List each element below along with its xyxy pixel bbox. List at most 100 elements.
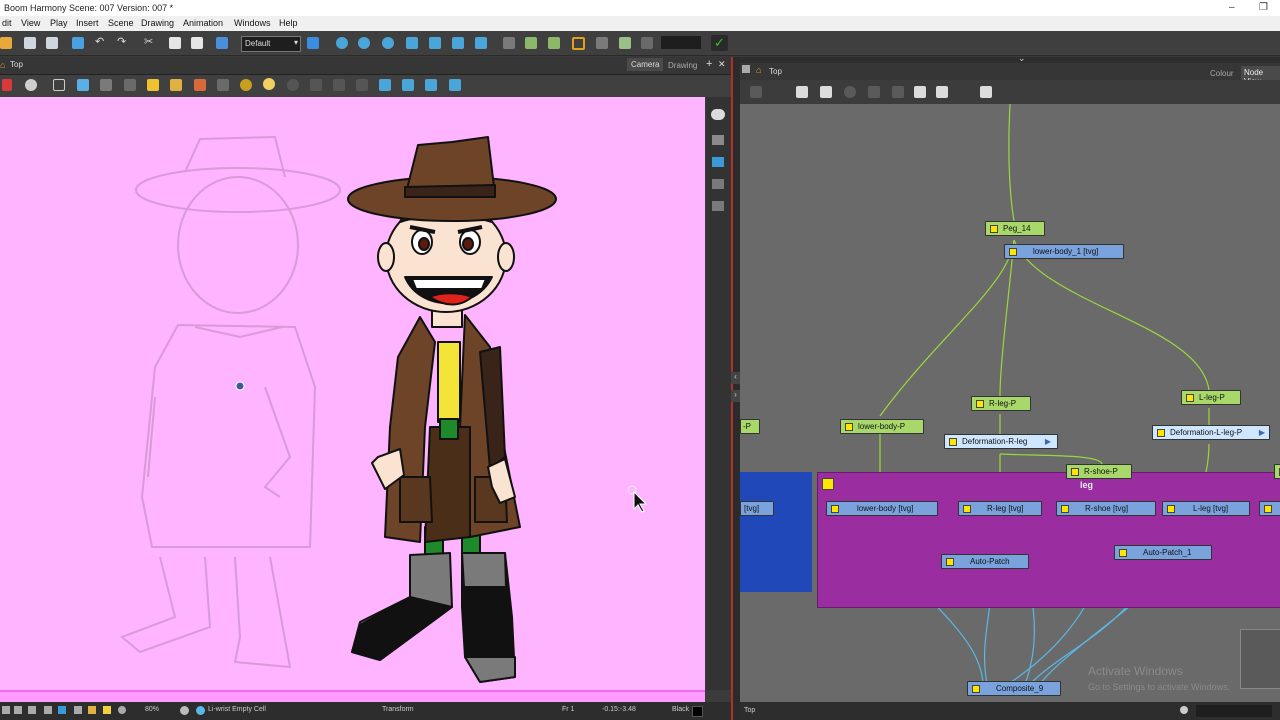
node-search-input[interactable]: [1196, 705, 1272, 717]
group-color-swatch[interactable]: [822, 478, 834, 490]
gear-icon[interactable]: [25, 79, 37, 91]
menu-animation[interactable]: Animation: [183, 18, 223, 28]
lock-icon[interactable]: [147, 79, 159, 91]
status-flash-icon[interactable]: [103, 706, 111, 714]
pencil-icon[interactable]: [2, 79, 12, 91]
node-tool-9-icon[interactable]: [980, 86, 992, 98]
node-left-p[interactable]: -P: [740, 419, 760, 434]
node-r-leg-p[interactable]: R-leg-P: [971, 396, 1031, 411]
field-guide-icon[interactable]: [100, 79, 112, 91]
node-deformation-l-leg[interactable]: Deformation-L-leg-P ▶: [1152, 425, 1270, 440]
render-icon[interactable]: [310, 79, 322, 91]
layers-icon[interactable]: [712, 135, 724, 145]
layer-icon[interactable]: [307, 37, 319, 49]
tab-colour[interactable]: Colour: [1210, 69, 1234, 78]
node-edge-peg[interactable]: [1274, 464, 1280, 479]
node-lower-body-1[interactable]: lower-body_1 [tvg]: [1004, 244, 1124, 259]
minimize-button[interactable]: –: [1229, 2, 1235, 13]
grid-icon[interactable]: [53, 79, 65, 91]
workspace-dropdown[interactable]: Default ▾: [241, 36, 301, 52]
collapse-right-icon[interactable]: ›: [731, 390, 740, 402]
node-r-shoe[interactable]: R-shoe [tvg]: [1056, 501, 1156, 516]
node-tool-7-icon[interactable]: [914, 86, 926, 98]
add-tab-button[interactable]: +: [706, 58, 712, 70]
fill-icon[interactable]: [216, 37, 228, 49]
tab-camera[interactable]: Camera: [627, 58, 664, 71]
node-tvg-left[interactable]: [tvg]: [740, 501, 774, 516]
node-tool-8-icon[interactable]: [936, 86, 948, 98]
node-tool-2-icon[interactable]: [796, 86, 808, 98]
eye-icon[interactable]: [711, 109, 725, 120]
node-r-leg[interactable]: R-leg [tvg]: [958, 501, 1042, 516]
node-deformation-r-leg[interactable]: Deformation-R-leg ▶: [944, 434, 1058, 449]
drawing-canvas[interactable]: [0, 97, 705, 690]
transform-icon[interactable]: [429, 37, 441, 49]
light-table-icon[interactable]: [240, 79, 252, 91]
menu-windows[interactable]: Windows: [234, 18, 271, 28]
node-view-menu-icon[interactable]: [742, 65, 750, 73]
home-icon[interactable]: ⌂: [0, 60, 5, 70]
settings-icon[interactable]: [180, 706, 189, 715]
layers-active-icon[interactable]: [712, 157, 724, 167]
node-lower-body[interactable]: lower-body [tvg]: [826, 501, 938, 516]
home-node-icon[interactable]: ⌂: [756, 65, 761, 75]
preview-icon[interactable]: [287, 79, 299, 91]
node-composite-9[interactable]: Composite_9: [967, 681, 1061, 696]
node-auto-patch-1[interactable]: Auto-Patch_1: [1114, 545, 1212, 560]
move-icon[interactable]: [336, 37, 348, 49]
menu-scene[interactable]: Scene: [108, 18, 134, 28]
node-tool-3-icon[interactable]: [820, 86, 832, 98]
save-as-icon[interactable]: [46, 37, 58, 49]
onion-skin-icon[interactable]: [263, 78, 275, 90]
shading-icon[interactable]: [333, 79, 345, 91]
frame-icon[interactable]: [572, 37, 585, 50]
matte-icon[interactable]: [356, 79, 368, 91]
menu-drawing[interactable]: Drawing: [141, 18, 174, 28]
rotate-icon[interactable]: [358, 37, 370, 49]
delete-keyframe-icon[interactable]: [641, 37, 653, 49]
node-tool-1-icon[interactable]: [750, 86, 762, 98]
node-r-shoe-p[interactable]: R-shoe-P: [1066, 464, 1132, 479]
status-icon-3[interactable]: [28, 706, 36, 714]
node-l-leg[interactable]: L-leg [tvg]: [1162, 501, 1250, 516]
grid-tool-icon[interactable]: [596, 37, 608, 49]
node-tool-5-icon[interactable]: [868, 86, 880, 98]
scale-icon[interactable]: [382, 37, 394, 49]
fit-view-icon[interactable]: [449, 79, 461, 91]
copy-icon[interactable]: [169, 37, 181, 49]
open-icon[interactable]: [0, 37, 12, 49]
color-swatch[interactable]: [692, 706, 703, 717]
spline-icon[interactable]: [525, 37, 537, 49]
frame-field[interactable]: [661, 36, 701, 49]
node-tool-6-icon[interactable]: [892, 86, 904, 98]
flip-h-icon[interactable]: [379, 79, 391, 91]
save-icon[interactable]: [24, 37, 36, 49]
menu-edit[interactable]: dit: [2, 18, 12, 28]
brush-icon[interactable]: [194, 79, 206, 91]
bitmap-icon[interactable]: [124, 79, 136, 91]
status-icon-5[interactable]: [58, 706, 66, 714]
pivot-marker[interactable]: [235, 381, 245, 391]
redo-icon[interactable]: ↷: [117, 35, 129, 48]
safe-area-icon[interactable]: [77, 79, 89, 91]
node-auto-patch[interactable]: Auto-Patch: [941, 554, 1029, 569]
reset-view-icon[interactable]: [425, 79, 437, 91]
status-reset-icon[interactable]: [118, 706, 126, 714]
status-lock-icon[interactable]: [88, 706, 96, 714]
add-keyframe-icon[interactable]: [619, 37, 631, 49]
navigator-thumbnail[interactable]: [1240, 629, 1280, 689]
cut-icon[interactable]: ✂: [144, 35, 156, 48]
group-backdrop-blue[interactable]: [740, 472, 812, 592]
node-edge-tvg[interactable]: [1259, 501, 1280, 516]
undo-icon[interactable]: ↶: [95, 35, 107, 48]
check-icon[interactable]: ✓: [711, 35, 728, 51]
brush-status-icon[interactable]: [196, 706, 205, 715]
status-icon-6[interactable]: [74, 706, 82, 714]
menu-help[interactable]: Help: [279, 18, 298, 28]
bone-icon[interactable]: [452, 37, 464, 49]
offset-icon[interactable]: [475, 37, 487, 49]
close-tab-button[interactable]: ✕: [718, 59, 726, 70]
skew-icon[interactable]: [406, 37, 418, 49]
smooth-icon[interactable]: [503, 37, 515, 49]
paste-icon[interactable]: [191, 37, 203, 49]
